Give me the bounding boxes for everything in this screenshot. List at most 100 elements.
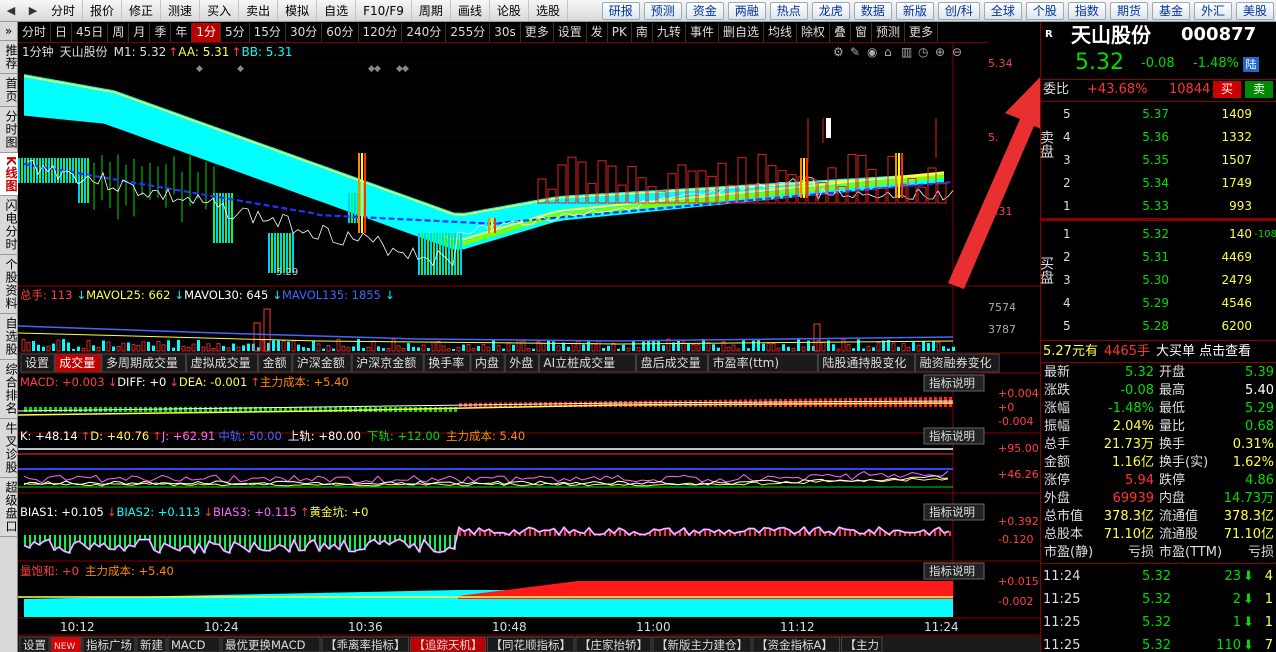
left-nav-item[interactable]: K线图 [0,153,18,197]
period-button[interactable]: 更多 [905,22,939,42]
left-nav-item[interactable]: 牛叉诊股 [0,419,18,479]
ask-row[interactable]: 4 5.36 1332 [1041,126,1276,149]
bid-row[interactable]: 1 5.32 140 -108 [1041,223,1276,246]
chart-tool-icon[interactable]: ⊕ [935,45,945,59]
period-button[interactable]: 5分 [221,22,250,42]
period-button[interactable]: 255分 [446,22,491,42]
toolbar-right-item[interactable]: 研报 [601,1,640,20]
period-button[interactable]: 发 [587,22,608,42]
period-button[interactable]: PK [608,22,632,42]
bias-bar [264,535,266,552]
indicator-tab-label: 金额 [263,355,287,370]
toolbar-right-item[interactable]: 龙虎 [811,1,850,20]
forward-arrow-icon[interactable]: ▶ [22,4,44,17]
toolbar-right-item[interactable]: 基金 [1151,1,1190,20]
chart-tool-icon[interactable]: ⌂ [884,45,892,59]
bid-row[interactable]: 5 5.28 6200 [1041,315,1276,338]
toolbar-item[interactable]: 卖出 [239,0,279,21]
left-nav-item[interactable]: 分时图 [0,107,18,153]
ask-row[interactable]: 1 5.33 993 [1041,195,1276,218]
chart-area[interactable]: 1分钟 天山股份 M1: 5.32 ↑AA: 5.31 ↑BB: 5.31 ⚙ ✎ ◉ ⌂ ▥ ◷ ⊕… [18,43,1040,652]
period-button[interactable]: 南 [632,22,653,42]
toolbar-item[interactable]: 分时 [44,0,84,21]
period-button[interactable]: 删自选 [719,22,764,42]
period-button[interactable]: 预测 [872,22,906,42]
bid-row[interactable]: 4 5.29 4546 [1041,292,1276,315]
macd-bar [219,407,222,412]
period-button[interactable]: 叠 [830,22,852,42]
chart-tool-icon[interactable]: ◷ [918,45,929,59]
toolbar-right-item[interactable]: 指数 [1067,1,1106,20]
toolbar-item[interactable]: 模拟 [278,0,318,21]
period-button[interactable]: 均线 [764,22,797,42]
period-button[interactable]: 九转 [653,22,686,42]
period-button[interactable]: 60分 [322,22,359,42]
period-button[interactable]: 15分 [250,22,286,42]
chart-tool-icon[interactable]: ✎ [850,45,860,59]
period-button[interactable]: 45日 [72,22,109,42]
ask-row[interactable]: 5 5.37 1409 [1041,103,1276,126]
left-nav-item[interactable]: 综合排名 [0,360,18,420]
bid-row[interactable]: 2 5.31 4469 [1041,246,1276,269]
left-nav-item[interactable]: 推荐 [0,41,18,74]
period-button[interactable]: 分时 [18,22,52,42]
toolbar-item[interactable]: 选股 [529,0,568,21]
period-button[interactable]: 年 [171,22,193,42]
toolbar-right-item[interactable]: 期货 [1109,1,1148,20]
buy-button[interactable]: 买 [1213,81,1241,98]
toolbar-item[interactable]: 周期 [412,0,451,21]
left-nav-item[interactable]: 闪电分时 [0,196,18,256]
sell-button[interactable]: 卖 [1245,81,1273,98]
collapse-icon[interactable]: » [0,22,18,41]
toolbar-item[interactable]: 修正 [122,0,162,21]
period-button[interactable]: 更多 [521,22,554,42]
toolbar-right-item[interactable]: 预测 [643,1,682,20]
period-button[interactable]: 窗 [851,22,873,42]
toolbar-right-item[interactable]: 个股 [1025,1,1064,20]
toolbar-right-item[interactable]: 新版 [895,1,934,20]
period-button[interactable]: 30分 [286,22,323,42]
period-button[interactable]: 设置 [554,22,587,42]
period-button[interactable]: 季 [150,22,172,42]
period-button[interactable]: 日 [51,22,73,42]
chart-tool-icon[interactable]: ⚙ [833,45,844,59]
volume-bar [427,348,430,351]
ask-row[interactable]: 3 5.35 1507 [1041,149,1276,172]
left-nav-item[interactable]: 首页 [0,74,18,107]
period-button[interactable]: 月 [129,22,151,42]
period-button[interactable]: 除权 [797,22,830,42]
toolbar-item[interactable]: 买入 [200,0,240,21]
toolbar-item[interactable]: 报价 [83,0,123,21]
period-button[interactable]: 120分 [359,22,403,42]
toolbar-item[interactable]: 测速 [161,0,201,21]
big-order-banner[interactable]: 5.27元有 4465手 大买单 点击查看 [1043,342,1251,362]
toolbar-right-item[interactable]: 资金 [685,1,724,20]
toolbar-item[interactable]: 论股 [490,0,529,21]
indicator-bar [72,158,74,183]
back-arrow-icon[interactable]: ◀ [0,4,22,17]
macd-bar [169,407,172,412]
toolbar-right-item[interactable]: 外汇 [1193,1,1232,20]
period-button[interactable]: 240分 [402,22,447,42]
left-nav-item[interactable]: 个股资料 [0,255,18,315]
toolbar-right-item[interactable]: 创/科 [937,1,980,20]
chart-tool-icon[interactable]: ⊖ [952,45,962,59]
toolbar-right-item[interactable]: 全球 [983,1,1022,20]
toolbar-right-item[interactable]: 热点 [769,1,808,20]
toolbar-item[interactable]: 自选 [317,0,357,21]
period-button[interactable]: 30s [490,22,521,42]
chart-tool-icon[interactable]: ▥ [901,45,912,59]
toolbar-right-item[interactable]: 两融 [727,1,766,20]
period-button[interactable]: 周 [108,22,130,42]
ask-row[interactable]: 2 5.34 1749 [1041,172,1276,195]
toolbar-right-item[interactable]: 美股 [1235,1,1274,20]
toolbar-item[interactable]: F10/F9 [356,0,412,21]
period-button[interactable]: 事件 [686,22,719,42]
chart-tool-icon[interactable]: ◉ [867,45,877,59]
period-button[interactable]: 1分 [192,22,222,42]
toolbar-item[interactable]: 画线 [451,0,490,21]
left-nav-item[interactable]: 超级盘口 [0,478,18,538]
left-nav-item[interactable]: 自选股 [0,314,18,361]
toolbar-right-item[interactable]: 数据 [853,1,892,20]
bid-row[interactable]: 3 5.30 2479 [1041,269,1276,292]
